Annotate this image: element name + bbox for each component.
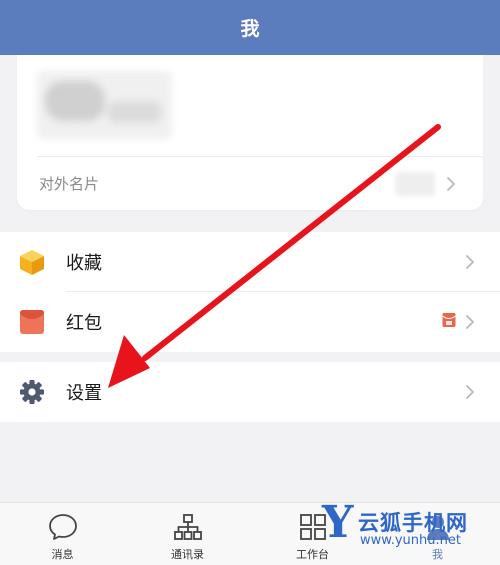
profile-card[interactable]: 对外名片 [17,55,483,210]
grid-icon [299,514,326,540]
settings-row[interactable]: 设置 [0,362,500,422]
favorites-box-icon [18,248,46,276]
redpacket-row[interactable]: 红包 [0,292,500,352]
chevron-right-icon [466,255,474,269]
business-card-row[interactable]: 对外名片 [17,157,483,210]
tab-label: 通讯录 [171,548,204,561]
favorites-row[interactable]: 收藏 [0,232,500,292]
top-bar: 我 [0,0,500,55]
tab-workbench[interactable]: 工作台 [250,503,375,565]
chevron-right-icon [466,385,474,399]
org-tree-icon [173,514,202,540]
menu-section-2: 设置 [0,362,500,422]
chat-bubble-icon [48,514,77,540]
settings-label: 设置 [66,383,102,404]
profile-info-blurred [37,71,172,139]
business-card-label: 对外名片 [39,175,100,193]
tab-me[interactable]: 我 [375,503,500,565]
tab-contacts[interactable]: 通讯录 [125,503,250,565]
menu-section-1: 收藏 红包 [0,232,500,352]
favorites-label: 收藏 [66,253,102,274]
redpacket-icon [18,308,46,336]
settings-gear-icon [18,378,46,406]
person-icon [426,516,449,540]
redpacket-badge-icon [442,312,456,332]
tab-label: 我 [432,548,443,561]
chevron-right-icon [466,315,474,329]
tab-label: 消息 [51,548,74,561]
redpacket-label: 红包 [66,313,102,334]
page-title: 我 [240,18,260,40]
chevron-right-icon [447,176,455,191]
business-card-preview-blurred [395,171,435,196]
tab-messages[interactable]: 消息 [0,503,125,565]
bottom-tab-bar: 消息 通讯录 工作台 我 [0,502,500,565]
tab-label: 工作台 [296,548,329,561]
